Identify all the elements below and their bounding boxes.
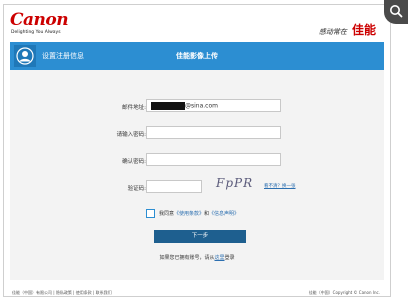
registration-form: 邮件地址: @sina.com 请输入密码: 确认密码: 验证码: FpPR 看…	[10, 70, 384, 280]
email-suffix: @sina.com	[185, 102, 218, 110]
login-prompt: 如果您已拥有账号，请从这里登录	[10, 254, 384, 261]
captcha-text: FpPR	[216, 176, 254, 190]
search-icon	[390, 5, 403, 18]
page-banner: 设置注册信息 佳能影像上传	[10, 42, 384, 70]
password-label: 请输入密码:	[116, 132, 146, 138]
login-prefix: 如果您已拥有账号，请从	[159, 255, 215, 261]
agree-text: 我同意《使用条款》和《信息声明》	[159, 210, 239, 217]
captcha-label: 验证码:	[127, 186, 146, 192]
zoom-button[interactable]	[384, 0, 408, 24]
footer-links[interactable]: 佳能（中国）有限公司 | 隐私政策 | 使用条款 | 联系我们	[12, 290, 112, 296]
site-header: Canon Delighting You Always 感动常在 佳能	[4, 5, 390, 39]
password-field[interactable]	[146, 126, 281, 139]
email-label: 邮件地址:	[122, 105, 146, 111]
slogan-big: 佳能	[351, 23, 376, 37]
footer-copyright: 佳能（中国）Copyright © Canon Inc.	[308, 290, 380, 295]
refresh-captcha-link[interactable]: 看不清？换一张	[264, 183, 296, 189]
brand-tagline: Delighting You Always	[11, 30, 61, 35]
email-field[interactable]: @sina.com	[146, 99, 281, 112]
slogan-small: 感动常在	[318, 28, 347, 36]
brand-slogan: 感动常在 佳能	[319, 19, 376, 38]
canon-logo[interactable]: Canon	[10, 12, 69, 29]
agree-prefix: 我同意	[159, 211, 175, 217]
agree-checkbox[interactable]	[146, 209, 155, 218]
redacted-block	[151, 102, 185, 110]
captcha-image[interactable]: FpPR	[216, 176, 256, 192]
confirm-password-label: 确认密码:	[122, 159, 146, 165]
captcha-field[interactable]	[146, 180, 202, 193]
site-footer: 佳能（中国）有限公司 | 隐私政策 | 使用条款 | 联系我们 佳能（中国）Co…	[4, 287, 390, 296]
privacy-link[interactable]: 《信息声明》	[209, 211, 239, 217]
login-link[interactable]: 这里	[214, 255, 224, 261]
app-window: Canon Delighting You Always 感动常在 佳能 设置注册…	[3, 4, 391, 297]
terms-link[interactable]: 《使用条款》	[174, 211, 204, 217]
confirm-password-field[interactable]	[146, 153, 281, 166]
banner-center-title: 佳能影像上传	[176, 52, 218, 60]
next-button[interactable]: 下一步	[154, 230, 246, 243]
login-suffix: 登录	[224, 255, 235, 261]
email-value: @sina.com	[151, 102, 218, 110]
